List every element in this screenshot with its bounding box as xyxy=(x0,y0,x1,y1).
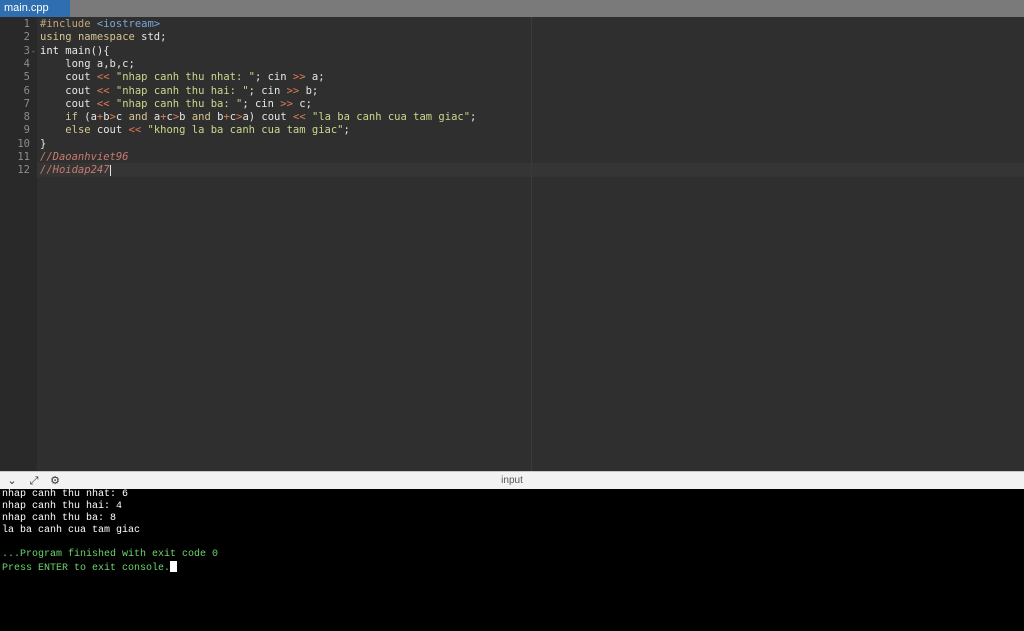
code-token: "khong la ba canh cua tam giac" xyxy=(147,124,344,137)
code-line: int main(){ xyxy=(40,45,110,58)
code-token: ; cin xyxy=(248,84,287,97)
console-line-text: la ba canh cua tam giac xyxy=(2,525,141,536)
fold-toggle-icon[interactable]: - xyxy=(31,45,36,58)
console-line-text: ...Program finished with exit code 0 xyxy=(2,549,219,560)
code-token: namespace xyxy=(77,31,135,44)
console-line: nhap canh thu nhat: 6 xyxy=(2,489,128,501)
console-toolbar: input ⌄ ⤢ ⚙ xyxy=(0,471,1024,489)
print-margin xyxy=(531,17,532,471)
code-token: std; xyxy=(134,31,167,44)
code-token: and xyxy=(128,111,148,124)
line-number: 1 xyxy=(23,18,30,30)
code-token: cout xyxy=(40,97,97,110)
code-token: >> xyxy=(280,97,293,110)
code-line: using namespace std; xyxy=(40,31,166,44)
code-token: "nhap canh thu ba: " xyxy=(115,97,243,110)
code-line: #include <iostream> xyxy=(40,18,160,31)
code-token: b; xyxy=(299,84,319,97)
code-token: ; xyxy=(343,124,350,137)
code-token: b xyxy=(210,111,224,124)
line-number: 10 xyxy=(17,137,30,150)
line-number: 5 xyxy=(23,71,30,84)
code-token: << xyxy=(96,97,110,110)
code-line: cout << "nhap canh thu ba: "; cin >> c; xyxy=(40,98,312,111)
code-token: else xyxy=(65,124,91,137)
code-token: << xyxy=(96,71,110,84)
code-token: ; cin xyxy=(254,71,293,84)
console-line-text: Press ENTER to exit console. xyxy=(2,563,171,574)
line-number: 6 xyxy=(23,84,30,97)
line-number-gutter: 1 2 3 4 5 6 7 8 9 10 11 12- xyxy=(0,17,37,471)
code-token: "la ba canh cua tam giac" xyxy=(312,111,471,124)
code-token: a xyxy=(147,111,161,124)
code-token: << xyxy=(96,84,110,97)
code-token: cout xyxy=(40,84,97,97)
code-token: << xyxy=(293,111,306,124)
text-cursor xyxy=(109,164,111,176)
console-line: nhap canh thu ba: 8 xyxy=(2,513,116,525)
code-line: cout << "nhap canh thu hai: "; cin >> b; xyxy=(40,85,318,98)
settings-icon[interactable]: ⚙ xyxy=(48,474,62,488)
line-number: 11 xyxy=(17,151,30,163)
console-cursor xyxy=(170,561,178,572)
code-token: //Hoidap247 xyxy=(40,164,110,177)
code-line: //Daoanhviet96 xyxy=(40,151,129,164)
console-line: nhap canh thu hai: 4 xyxy=(2,501,122,513)
code-token: c; xyxy=(292,97,312,110)
console-title: input xyxy=(501,475,523,486)
code-token: #include xyxy=(40,18,97,30)
code-line: cout << "nhap canh thu nhat: "; cin >> a… xyxy=(40,71,325,84)
code-editor[interactable]: 1 2 3 4 5 6 7 8 9 10 11 12- #include <iostream> usin… xyxy=(0,17,1024,471)
console-line-text: nhap canh thu hai: 4 xyxy=(2,501,123,512)
code-token: >> xyxy=(292,71,306,84)
console-line-text: nhap canh thu ba: 8 xyxy=(2,513,117,524)
line-number: 2 xyxy=(23,31,30,44)
code-token: cout xyxy=(40,71,97,84)
line-number: 9 xyxy=(23,124,30,137)
line-number: 4 xyxy=(23,57,30,70)
code-token: using xyxy=(40,31,72,44)
console-output[interactable]: nhap canh thu nhat: 6 nhap canh thu hai: … xyxy=(0,489,1024,631)
chevron-down-icon[interactable]: ⌄ xyxy=(5,474,19,488)
code-token: cout xyxy=(90,124,129,137)
code-token: "nhap canh thu hai: " xyxy=(115,84,249,97)
tab-bar: main.cpp xyxy=(0,0,1024,17)
console-line: Press ENTER to exit console. xyxy=(2,561,178,574)
code-token: <iostream> xyxy=(96,18,161,30)
line-number: 8 xyxy=(23,111,30,124)
code-token: ; xyxy=(470,111,477,124)
code-token: a; xyxy=(305,71,325,84)
code-token: long a,b,c; xyxy=(40,57,135,70)
code-token: ; cin xyxy=(242,97,281,110)
code-token: b xyxy=(179,111,192,124)
code-token: } xyxy=(40,137,47,150)
line-number: 7 xyxy=(23,97,30,110)
code-token: (a xyxy=(77,111,97,124)
code-token: c xyxy=(115,111,129,124)
console-line-text: nhap canh thu nhat: 6 xyxy=(2,489,129,500)
code-line: long a,b,c; xyxy=(40,58,135,71)
code-token: int xyxy=(40,44,59,57)
code-token: a) cout xyxy=(242,111,294,124)
code-token: //Daoanhviet96 xyxy=(40,151,129,163)
code-token: and xyxy=(191,111,211,124)
code-line: else cout << "khong la ba canh cua tam g… xyxy=(40,124,350,137)
code-token: << xyxy=(128,124,142,137)
code-line: if (a+b>c and a+c>b and b+c>a) cout << "… xyxy=(40,111,476,124)
code-token: >> xyxy=(286,84,300,97)
code-token: main(){ xyxy=(58,44,110,57)
code-line: } xyxy=(40,138,46,151)
code-line: //Hoidap247 xyxy=(40,164,111,177)
console-line: la ba canh cua tam giac xyxy=(2,525,140,537)
line-number: 3 xyxy=(23,44,30,57)
console-line: ...Program finished with exit code 0 xyxy=(2,549,218,561)
expand-icon[interactable]: ⤢ xyxy=(27,474,41,488)
code-token: "nhap canh thu nhat: " xyxy=(115,71,255,84)
code-token: if xyxy=(65,111,78,124)
tab-main-cpp[interactable]: main.cpp xyxy=(0,0,70,17)
line-number: 12 xyxy=(17,164,30,177)
